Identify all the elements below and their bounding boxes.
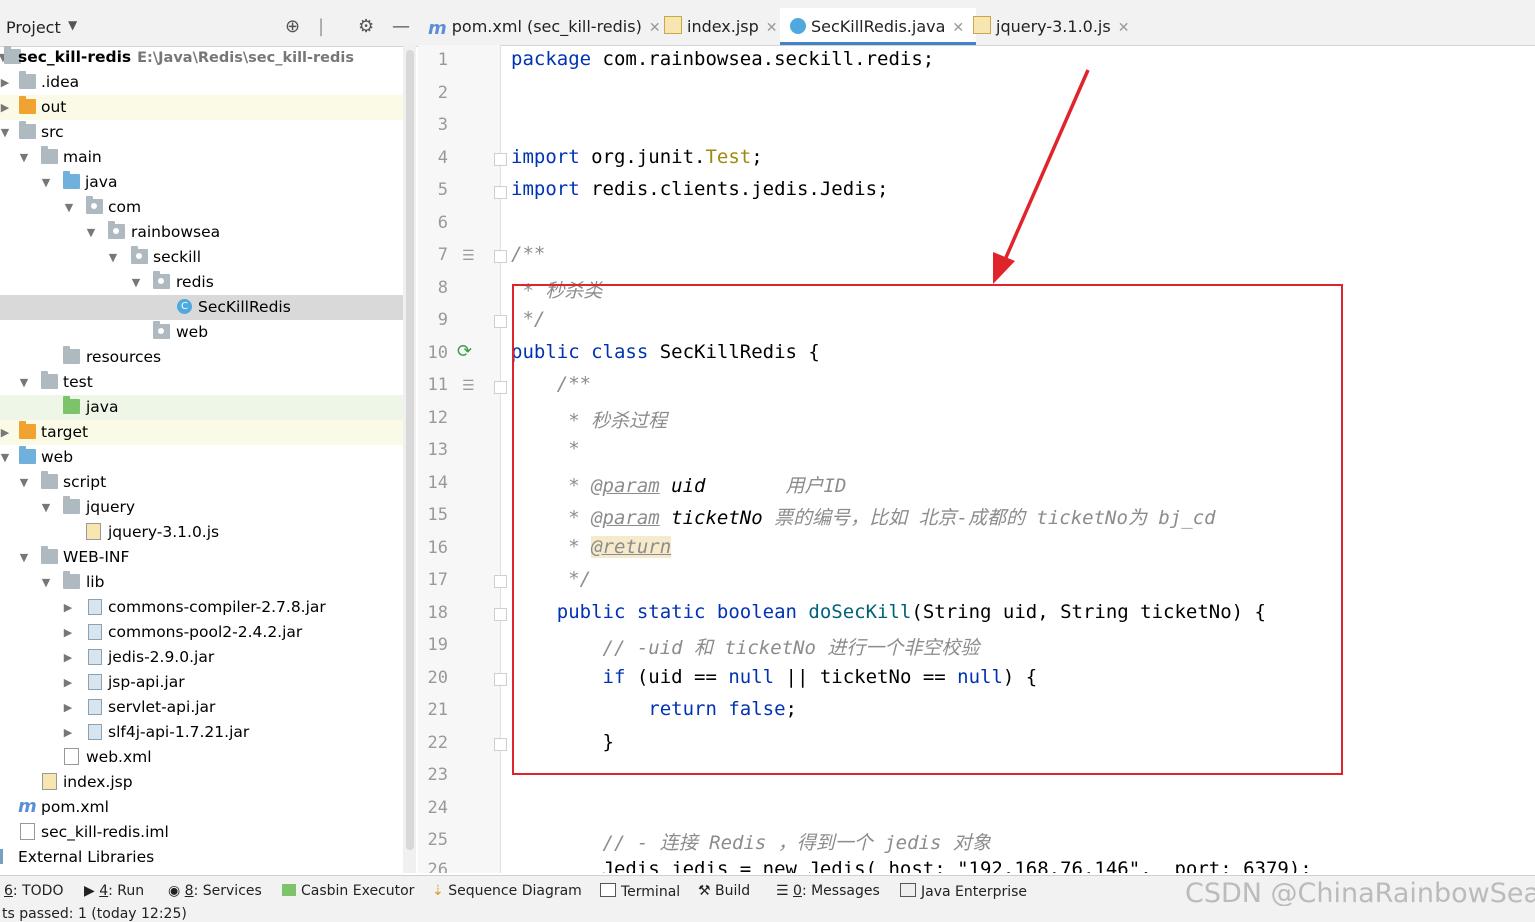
sequence-diagram-icon: ⇣ (432, 883, 449, 899)
casbin-icon (282, 884, 296, 896)
watermark: CSDN @ChinaRainbowSea (1185, 878, 1535, 909)
tool-run[interactable]: ▶ 4: Run (84, 883, 144, 899)
annotation-arrow (993, 69, 1090, 284)
tool-build[interactable]: ⚒ Build (698, 883, 750, 899)
tool-java-enterprise[interactable]: Java Enterprise (900, 883, 1027, 900)
java-enterprise-icon (900, 883, 916, 897)
play-icon: ▶ (84, 883, 100, 899)
tool-services[interactable]: ◉ 8: Services (168, 883, 262, 899)
terminal-icon (600, 883, 616, 897)
tool-terminal[interactable]: Terminal (600, 883, 680, 900)
messages-icon: ☰ (776, 883, 794, 899)
tool-casbin-executor[interactable]: Casbin Executor (282, 883, 414, 899)
services-icon: ◉ (168, 883, 185, 899)
tool-todo[interactable]: 6: TODO (4, 883, 63, 899)
status-bar: ts passed: 1 (today 12:25) (0, 906, 1535, 922)
tool-sequence-diagram[interactable]: ⇣ Sequence Diagram (432, 883, 582, 899)
hammer-icon: ⚒ (698, 883, 716, 899)
tool-messages[interactable]: ☰ 0: Messages (776, 883, 880, 899)
